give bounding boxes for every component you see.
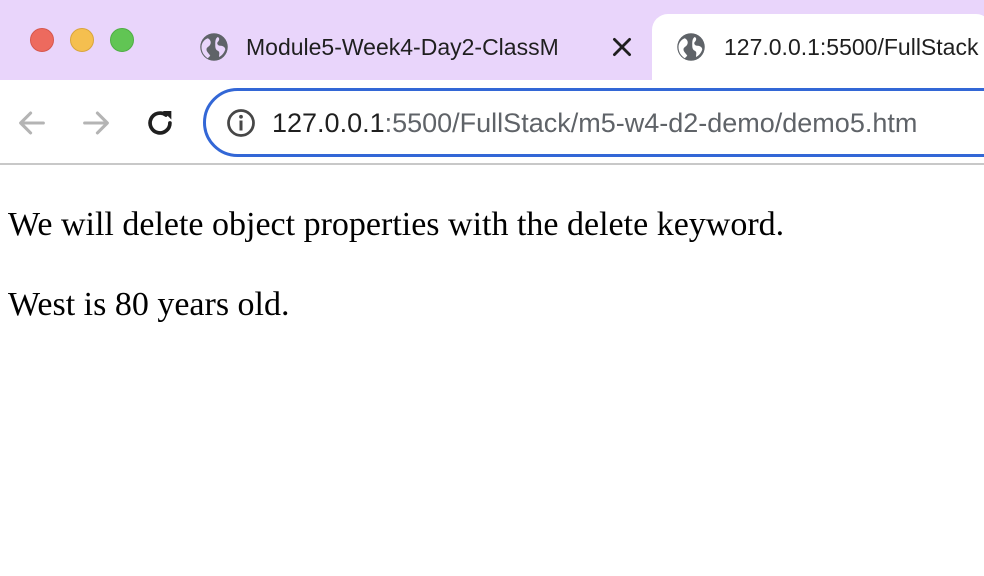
tab-localhost[interactable]: 127.0.0.1:5500/FullStack bbox=[652, 14, 984, 80]
tab-title: 127.0.0.1:5500/FullStack bbox=[724, 34, 979, 60]
arrow-left-icon[interactable] bbox=[15, 106, 49, 140]
paragraph: We will delete object properties with th… bbox=[8, 206, 785, 243]
reload-icon[interactable] bbox=[143, 106, 177, 140]
url-host: 127.0.0.1 bbox=[272, 108, 385, 138]
tab-module5[interactable]: Module5-Week4-Day2-ClassM bbox=[185, 14, 647, 80]
close-icon[interactable] bbox=[609, 34, 635, 60]
url-path: :5500/FullStack/m5-w4-d2-demo/demo5.htm bbox=[384, 108, 918, 138]
page-content: We will delete object properties with th… bbox=[0, 167, 984, 576]
info-icon[interactable] bbox=[226, 108, 256, 138]
globe-icon bbox=[677, 33, 705, 61]
tab-title: Module5-Week4-Day2-ClassM bbox=[246, 34, 559, 60]
window-minimize-button[interactable] bbox=[70, 28, 94, 52]
globe-icon bbox=[200, 33, 228, 61]
paragraph: West is 80 years old. bbox=[8, 286, 290, 323]
address-bar[interactable]: 127.0.0.1:5500/FullStack/m5-w4-d2-demo/d… bbox=[203, 88, 984, 157]
window-zoom-button[interactable] bbox=[110, 28, 134, 52]
url-text[interactable]: 127.0.0.1:5500/FullStack/m5-w4-d2-demo/d… bbox=[272, 107, 917, 139]
browser-toolbar: 127.0.0.1:5500/FullStack/m5-w4-d2-demo/d… bbox=[0, 80, 984, 165]
arrow-right-icon[interactable] bbox=[79, 106, 113, 140]
tab-strip: Module5-Week4-Day2-ClassM 127.0.0.1:5500… bbox=[0, 0, 984, 80]
window-close-button[interactable] bbox=[30, 28, 54, 52]
